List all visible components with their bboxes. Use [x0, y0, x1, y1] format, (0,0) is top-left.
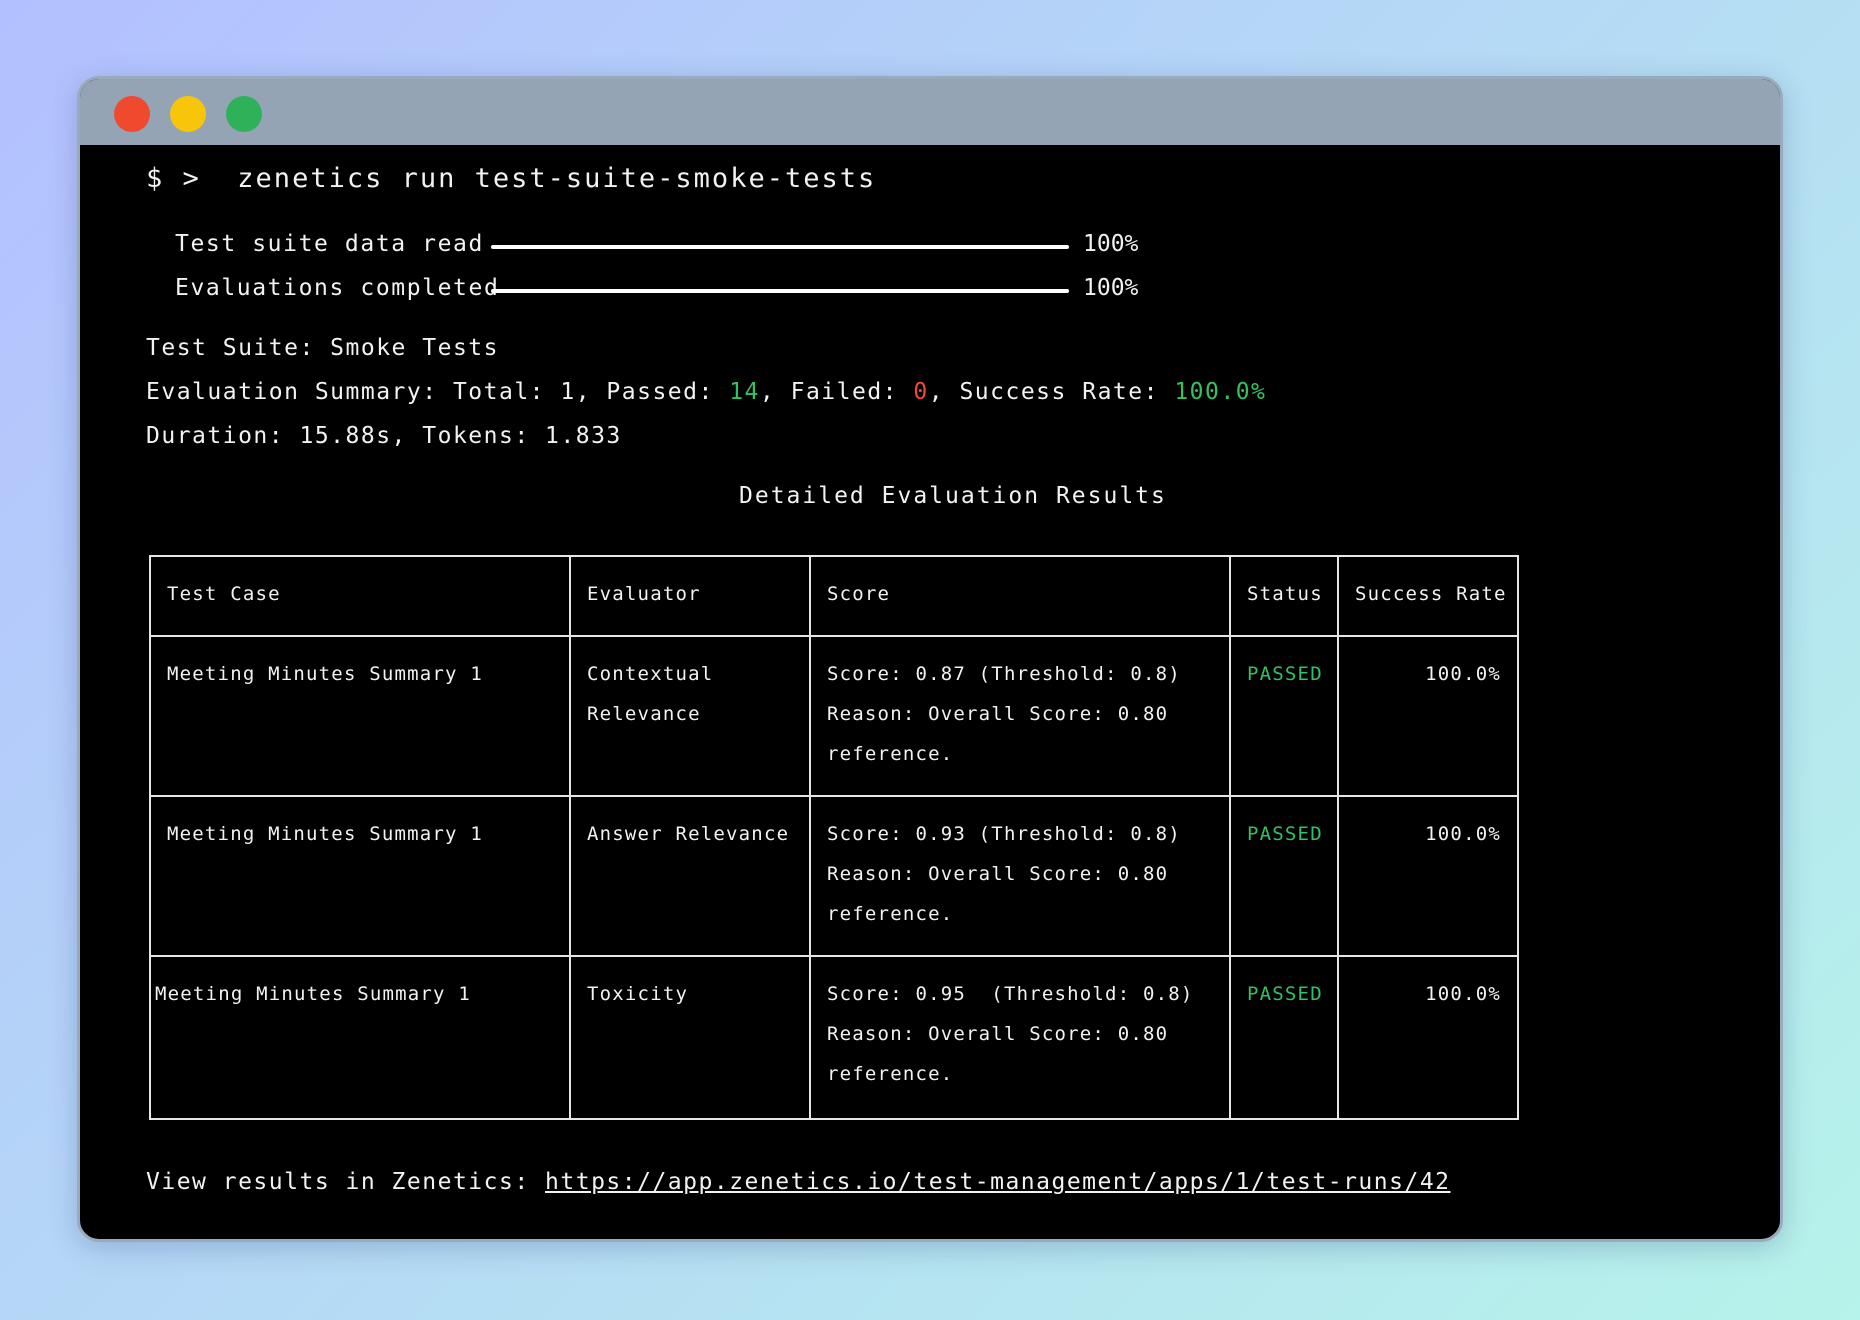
- progress-bar-evaluations: [491, 289, 1069, 293]
- view-results-label: View results in Zenetics:: [146, 1169, 546, 1195]
- passed-count: 14: [729, 379, 760, 405]
- progress-percent-evaluations: 100%: [1083, 275, 1139, 301]
- summary-failed-label: , Failed:: [759, 379, 914, 405]
- cell-score-line: Reason: Overall Score: 0.80: [827, 863, 1169, 885]
- failed-count: 0: [913, 379, 929, 405]
- cell-test-case: Meeting Minutes Summary 1: [167, 663, 483, 685]
- summary-prefix: Evaluation Summary: Total: 1, Passed:: [146, 379, 730, 405]
- table-border-bottom: [149, 1118, 1519, 1120]
- cell-evaluator-line: Toxicity: [587, 983, 689, 1005]
- minimize-window-button[interactable]: [170, 96, 206, 132]
- table-title: Detailed Evaluation Results: [739, 483, 1167, 509]
- progress-label-evaluations: Evaluations completed: [175, 275, 500, 301]
- cell-score-line: Score: 0.87 (Threshold: 0.8): [827, 663, 1181, 685]
- progress-percent-data-read: 100%: [1083, 231, 1139, 257]
- cell-success-rate: 100.0%: [1425, 663, 1501, 685]
- results-table: Test Case Evaluator Score Status Success…: [149, 555, 1519, 1120]
- header-status: Status: [1247, 583, 1323, 605]
- cell-score-line: reference.: [827, 1063, 954, 1085]
- cell-success-rate: 100.0%: [1425, 983, 1501, 1005]
- title-bar: [80, 79, 1780, 145]
- cell-evaluator-line: Contextual: [587, 663, 714, 685]
- cell-status-passed: PASSED: [1247, 823, 1323, 845]
- cell-score-line: Reason: Overall Score: 0.80: [827, 1023, 1169, 1045]
- cell-evaluator-line: Answer Relevance: [587, 823, 790, 845]
- table-border-right: [1517, 555, 1519, 1120]
- cell-status-passed: PASSED: [1247, 983, 1323, 1005]
- table-row-separator: [149, 795, 1519, 797]
- header-test-case: Test Case: [167, 583, 281, 605]
- cell-success-rate: 100.0%: [1425, 823, 1501, 845]
- header-success-rate: Success Rate: [1355, 583, 1507, 605]
- cell-score-line: Reason: Overall Score: 0.80: [827, 703, 1169, 725]
- cell-score-line: Score: 0.95 (Threshold: 0.8): [827, 983, 1194, 1005]
- command-line: $ > zenetics run test-suite-smoke-tests: [146, 163, 876, 194]
- column-divider: [1337, 555, 1339, 1120]
- maximize-window-button[interactable]: [226, 96, 262, 132]
- header-score: Score: [827, 583, 891, 605]
- terminal-output: $ > zenetics run test-suite-smoke-tests …: [80, 145, 1780, 1239]
- cell-test-case: Meeting Minutes Summary 1: [167, 823, 483, 845]
- results-link[interactable]: https://app.zenetics.io/test-management/…: [545, 1169, 1450, 1195]
- progress-label-data-read: Test suite data read: [175, 231, 484, 257]
- command-text: zenetics run test-suite-smoke-tests: [237, 163, 877, 194]
- table-row-separator: [149, 955, 1519, 957]
- column-divider: [1229, 555, 1231, 1120]
- terminal-window: $ > zenetics run test-suite-smoke-tests …: [77, 76, 1783, 1242]
- table-header-separator: [149, 635, 1519, 637]
- duration-line: Duration: 15.88s, Tokens: 1.833: [146, 423, 622, 449]
- summary-rate-label: , Success Rate:: [928, 379, 1175, 405]
- cell-status-passed: PASSED: [1247, 663, 1323, 685]
- cell-evaluator-line: Relevance: [587, 703, 701, 725]
- evaluation-summary-line: Evaluation Summary: Total: 1, Passed: 14…: [146, 379, 1266, 405]
- column-divider: [569, 555, 571, 1120]
- table-border-top: [149, 555, 1519, 557]
- cell-test-case: Meeting Minutes Summary 1: [155, 983, 471, 1005]
- cell-score-line: Score: 0.93 (Threshold: 0.8): [827, 823, 1181, 845]
- progress-bar-data-read: [491, 245, 1069, 249]
- cell-score-line: reference.: [827, 743, 954, 765]
- suite-name-line: Test Suite: Smoke Tests: [146, 335, 499, 361]
- close-window-button[interactable]: [114, 96, 150, 132]
- header-evaluator: Evaluator: [587, 583, 701, 605]
- prompt-symbol: $ >: [146, 163, 201, 194]
- view-results-line: View results in Zenetics: https://app.ze…: [146, 1169, 1451, 1195]
- success-rate-value: 100.0%: [1174, 379, 1267, 405]
- column-divider: [809, 555, 811, 1120]
- table-border-left: [149, 555, 151, 1120]
- cell-score-line: reference.: [827, 903, 954, 925]
